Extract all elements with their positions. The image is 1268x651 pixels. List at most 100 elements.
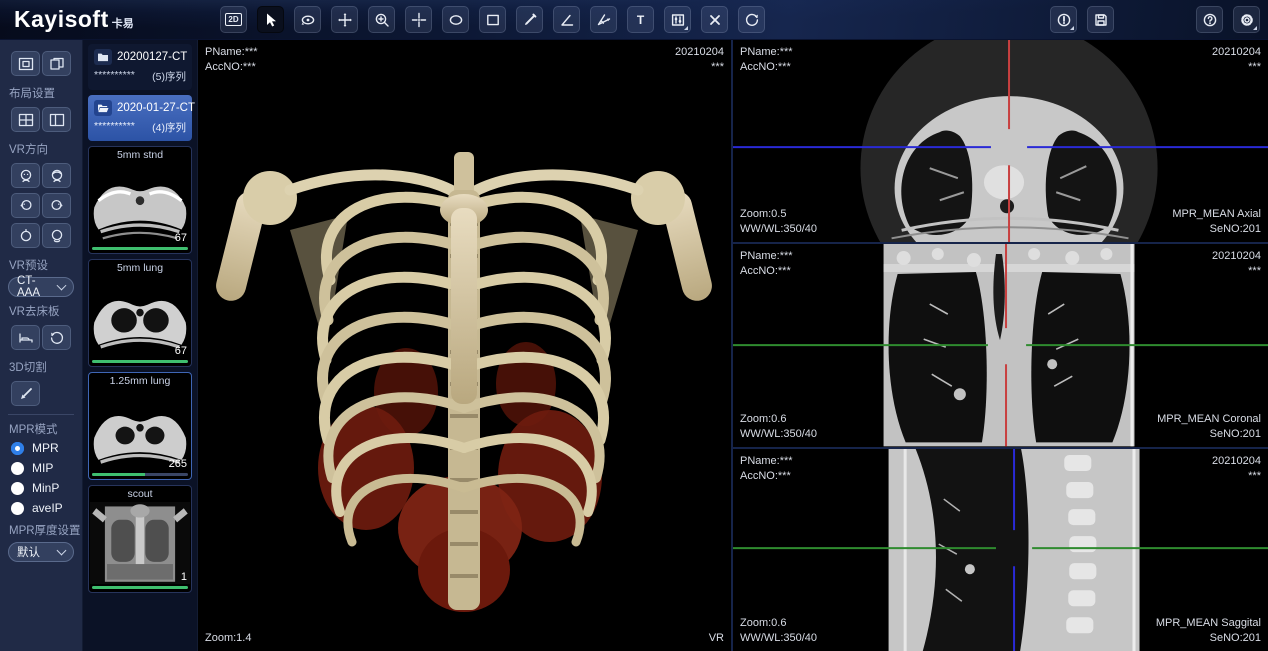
series-thumb-5mm-stnd[interactable]: 5mm stnd 67 <box>88 146 192 254</box>
undo-rotate-icon <box>49 330 65 346</box>
crosshair-tool-button[interactable] <box>405 6 432 33</box>
vr-orient-inferior-button[interactable] <box>42 223 71 248</box>
masked-patient-id: ********** <box>94 120 135 135</box>
vr-orient-posterior-button[interactable] <box>42 163 71 188</box>
series-panel: 20200127-CT ********** (5)序列 2020-01-27-… <box>83 40 198 651</box>
rotate-3d-button[interactable] <box>294 6 321 33</box>
head-left-icon <box>18 198 34 214</box>
rect-roi-button[interactable] <box>479 6 506 33</box>
text-annotation-button[interactable]: T <box>627 6 654 33</box>
reset-icon <box>744 12 760 28</box>
study-item-1[interactable]: 20200127-CT ********** (5)序列 <box>88 44 192 90</box>
mpr-mode-overlay: MPR_MEAN SaggitalSeNO:201 <box>1156 616 1261 646</box>
layout-grid-button[interactable] <box>11 107 40 132</box>
mpr-patient-overlay: PName:***AccNO:*** <box>740 454 793 484</box>
toolbar-right-group <box>1196 6 1260 33</box>
vr-orient-superior-button[interactable] <box>11 223 40 248</box>
switch-2d-button[interactable]: 2D <box>220 6 247 33</box>
remove-bed-button[interactable] <box>11 325 40 350</box>
top-toolbar: Kayisoft 卡易 2D <box>0 0 1268 40</box>
vr-date-overlay: 20210204*** <box>675 45 724 75</box>
angle-tool-button[interactable] <box>553 6 580 33</box>
vr-viewport[interactable]: PName:***AccNO:*** 20210204*** Zoom:1.4 … <box>198 40 733 651</box>
thumb-image: 1 <box>90 502 190 584</box>
cobb-angle-icon <box>596 12 612 28</box>
folder-open-icon <box>94 100 112 116</box>
zoom-tool-button[interactable] <box>368 6 395 33</box>
layout-single-icon <box>18 57 34 71</box>
vr-orient-right-button[interactable] <box>42 193 71 218</box>
pan-tool-button[interactable] <box>331 6 358 33</box>
mpr-date-overlay: 20210204*** <box>1212 45 1261 75</box>
study-item-2[interactable]: 2020-01-27-CT ********** (4)序列 <box>88 95 192 141</box>
radio-checked-icon <box>11 442 24 455</box>
thumb-image: 265 <box>90 389 190 471</box>
cut-3d-label: 3D切割 <box>0 355 82 376</box>
mpr-sagittal-viewport[interactable]: PName:***AccNO:*** 20210204*** Zoom:0.6W… <box>733 449 1268 651</box>
thumb-image: 67 <box>90 276 190 358</box>
pencil-measure-icon <box>522 12 538 28</box>
logo-subtext: 卡易 <box>112 15 134 31</box>
logo-text: Kayisoft <box>14 6 109 33</box>
cobb-angle-button[interactable] <box>590 6 617 33</box>
mpr-axial-viewport[interactable]: PName:***AccNO:*** 20210204*** Zoom:0.5W… <box>733 40 1268 242</box>
vr-orient-left-button[interactable] <box>11 193 40 218</box>
bed-reset-button[interactable] <box>42 325 71 350</box>
save-button[interactable] <box>1087 6 1114 33</box>
gear-icon <box>1239 12 1255 28</box>
series-count: (4)序列 <box>152 120 186 135</box>
save-icon <box>1093 12 1109 28</box>
ellipse-roi-button[interactable] <box>442 6 469 33</box>
layout-report-button[interactable] <box>42 51 71 76</box>
layout-settings-label: 布局设置 <box>0 81 82 102</box>
layout-single-button[interactable] <box>11 51 40 76</box>
cut-3d-button[interactable] <box>11 381 40 406</box>
window-level-button[interactable] <box>664 6 691 33</box>
settings-button[interactable] <box>1233 6 1260 33</box>
help-button[interactable] <box>1196 6 1223 33</box>
vr-patient-overlay: PName:***AccNO:*** <box>205 45 258 75</box>
mpr-mode-option-aveip[interactable]: aveIP <box>0 498 82 518</box>
mpr-mode-option-mpr[interactable]: MPR <box>0 438 82 458</box>
vr-preset-label: VR预设 <box>0 253 82 274</box>
mpr-date-overlay: 20210204*** <box>1212 249 1261 279</box>
rectangle-icon <box>485 12 501 28</box>
series-thumb-125mm-lung[interactable]: 1.25mm lung 265 <box>88 372 192 480</box>
delete-annotation-button[interactable] <box>701 6 728 33</box>
mpr-coronal-viewport[interactable]: PName:***AccNO:*** 20210204*** Zoom:0.6W… <box>733 244 1268 446</box>
mpr-mode-option-mip[interactable]: MIP <box>0 458 82 478</box>
vr-orient-anterior-button[interactable] <box>11 163 40 188</box>
bed-icon <box>18 331 34 345</box>
vr-direction-label: VR方向 <box>0 137 82 158</box>
info-icon <box>1056 12 1072 28</box>
layout-split-icon <box>49 113 65 127</box>
text-tool-icon: T <box>637 13 644 27</box>
mpr-patient-overlay: PName:***AccNO:*** <box>740 249 793 279</box>
masked-patient-id: ********** <box>94 69 135 84</box>
series-thumb-5mm-lung[interactable]: 5mm lung 67 <box>88 259 192 367</box>
app-logo: Kayisoft 卡易 <box>0 6 200 33</box>
window-level-icon <box>670 12 686 28</box>
head-back-icon <box>49 168 65 184</box>
reset-view-button[interactable] <box>738 6 765 33</box>
measure-line-button[interactable] <box>516 6 543 33</box>
cursor-tool-button[interactable] <box>257 6 284 33</box>
series-thumb-scout[interactable]: scout 1 <box>88 485 192 593</box>
info-button[interactable] <box>1050 6 1077 33</box>
scalpel-icon <box>18 386 34 402</box>
crosshair-icon <box>411 12 427 28</box>
head-top-icon <box>18 228 34 244</box>
ellipse-icon <box>448 12 464 28</box>
mpr-mode-option-minp[interactable]: MinP <box>0 478 82 498</box>
folder-closed-icon <box>94 49 112 65</box>
layout-split-button[interactable] <box>42 107 71 132</box>
radio-icon <box>11 502 24 515</box>
load-progress <box>92 360 188 363</box>
vr-preset-select[interactable]: CT-AAA <box>8 277 74 297</box>
2d-icon: 2D <box>225 13 241 26</box>
mpr-zoom-overlay: Zoom:0.6WW/WL:350/40 <box>740 616 817 646</box>
vr-preset-value: CT-AAA <box>17 275 58 299</box>
layout-report-icon <box>49 57 65 71</box>
mpr-thickness-select[interactable]: 默认 <box>8 542 74 562</box>
mpr-thickness-value: 默认 <box>17 544 40 560</box>
